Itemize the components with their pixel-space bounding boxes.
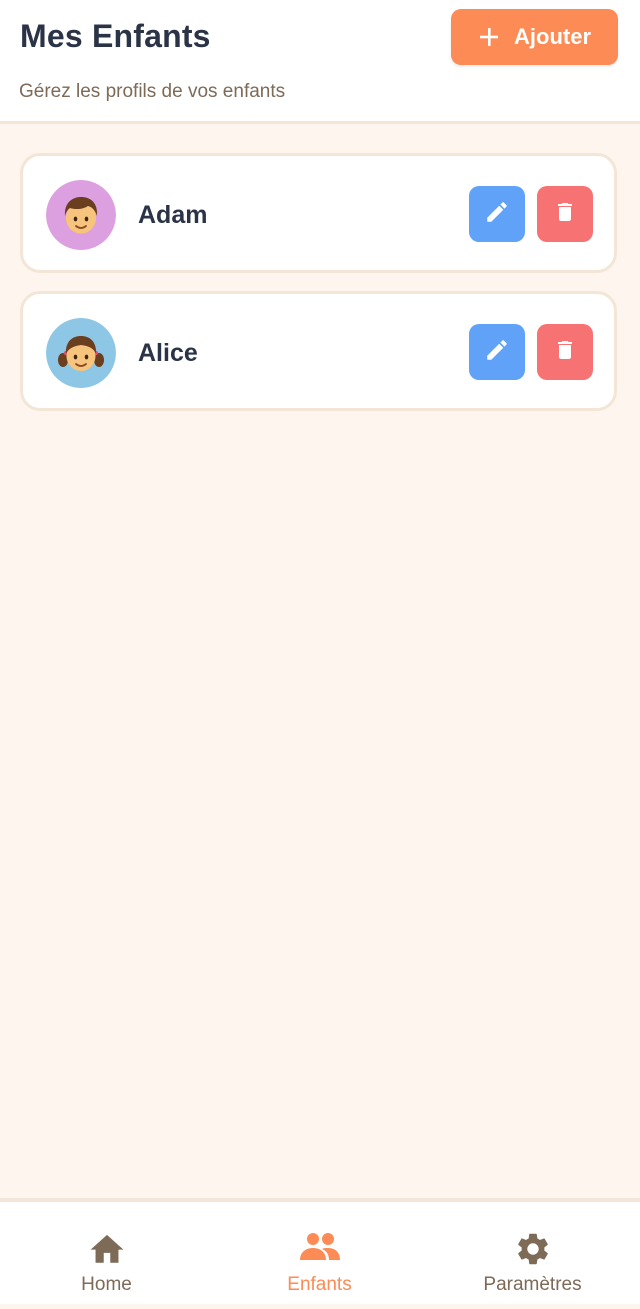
nav-item-home[interactable]: Home [0, 1202, 213, 1307]
gear-icon [514, 1230, 552, 1273]
add-button-label: Ajouter [514, 24, 591, 49]
child-name: Alice [138, 339, 198, 367]
pencil-icon [484, 337, 510, 368]
add-child-button[interactable]: Ajouter [451, 9, 618, 65]
nav-item-enfants[interactable]: Enfants [213, 1202, 426, 1307]
edit-button[interactable] [469, 324, 525, 380]
child-card[interactable]: Adam [20, 153, 617, 273]
pencil-icon [484, 199, 510, 230]
page-header: Mes Enfants Gérez les profils de vos enf… [0, 0, 640, 124]
nav-label-home: Home [81, 1274, 132, 1295]
girl-avatar-icon [46, 318, 116, 388]
trash-icon [553, 199, 577, 230]
plus-icon [478, 26, 500, 48]
edit-button[interactable] [469, 186, 525, 242]
screen: Mes Enfants Gérez les profils de vos enf… [0, 0, 640, 1309]
bottom-nav: Home Enfants Paramètres [0, 1198, 640, 1309]
page-subtitle: Gérez les profils de vos enfants [19, 81, 286, 102]
nav-item-parametres[interactable]: Paramètres [426, 1202, 639, 1307]
delete-button[interactable] [537, 324, 593, 380]
page-title: Mes Enfants [20, 18, 211, 54]
boy-avatar-icon [46, 180, 116, 250]
child-name: Adam [138, 201, 208, 229]
child-card[interactable]: Alice [20, 291, 617, 411]
nav-label-enfants: Enfants [287, 1274, 352, 1295]
people-icon [298, 1230, 342, 1269]
nav-label-parametres: Paramètres [483, 1274, 582, 1295]
trash-icon [553, 337, 577, 368]
home-icon [87, 1230, 127, 1271]
delete-button[interactable] [537, 186, 593, 242]
